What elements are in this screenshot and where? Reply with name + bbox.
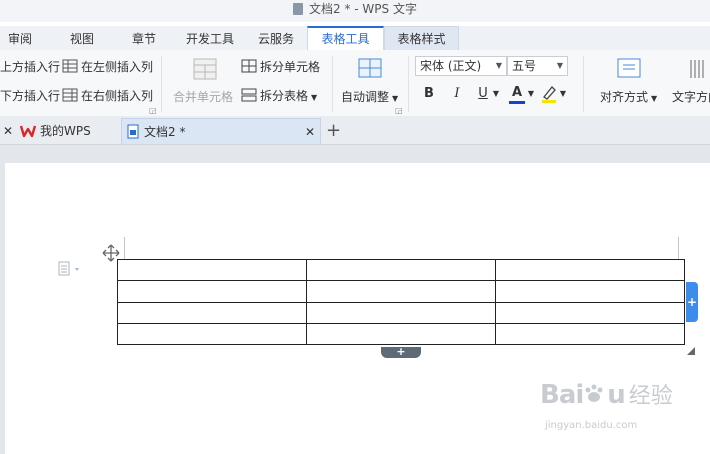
tab-review[interactable]: 审阅 xyxy=(0,26,40,50)
close-tab-icon[interactable]: ✕ xyxy=(305,119,315,145)
auto-fit-dropdown-icon: ▼ xyxy=(392,94,399,103)
tab-table-tools[interactable]: 表格工具 xyxy=(307,26,384,50)
table-cell[interactable] xyxy=(495,258,685,282)
add-column-button[interactable]: + xyxy=(686,282,698,322)
auto-fit-button[interactable]: 自动调整 ▼ xyxy=(341,88,398,105)
insert-row-below-label: 下方插入行 xyxy=(0,89,61,103)
font-size-value: 五号 xyxy=(512,59,537,73)
ribbon-separator xyxy=(161,56,162,112)
close-tab-icon[interactable]: ✕ xyxy=(3,118,15,144)
chevron-down-icon: ▼ xyxy=(556,61,563,70)
table-cell[interactable] xyxy=(117,258,307,282)
split-cells-button[interactable]: 拆分单元格 xyxy=(241,58,320,75)
split-table-button[interactable]: 拆分表格 ▼ xyxy=(241,87,317,104)
tab-document-label: 文档2 * xyxy=(144,125,186,139)
window-title: 文档2 * - WPS 文字 xyxy=(309,2,417,16)
insert-col-left-button[interactable]: 在左侧插入列 xyxy=(62,58,153,75)
rows-cols-dialog-launcher-icon[interactable]: ◲ xyxy=(149,106,157,115)
document-icon xyxy=(293,3,304,15)
underline-button[interactable]: U xyxy=(475,84,491,104)
table-row xyxy=(117,258,685,282)
table-cell[interactable] xyxy=(495,301,685,324)
table-cell[interactable] xyxy=(117,322,307,346)
watermark-url: jingyan.baidu.com xyxy=(545,420,638,431)
font-name-value: 宋体 (正文) xyxy=(420,59,482,73)
tab-cloud[interactable]: 云服务 xyxy=(250,26,302,50)
insert-row-below-button[interactable]: 下方插入行 xyxy=(0,87,60,104)
insert-row-above-button[interactable]: 上方插入行 xyxy=(0,58,60,75)
paw-icon xyxy=(585,384,603,402)
ribbon-tab-bar: 审阅 视图 章节 开发工具 云服务 表格工具 表格样式 xyxy=(0,26,710,51)
table-cell[interactable] xyxy=(117,280,307,303)
insert-col-left-label: 在左侧插入列 xyxy=(81,60,154,74)
split-cells-label: 拆分单元格 xyxy=(260,60,321,74)
font-size-select[interactable]: 五号 ▼ xyxy=(507,56,568,76)
highlight-dropdown-icon[interactable]: ▼ xyxy=(558,84,568,104)
ribbon-separator xyxy=(408,56,409,112)
table-cell[interactable] xyxy=(306,301,496,324)
add-row-button[interactable]: + xyxy=(381,346,421,358)
margin-marker xyxy=(124,237,125,259)
tab-view[interactable]: 视图 xyxy=(62,26,102,50)
auto-fit-label: 自动调整 xyxy=(341,90,390,104)
insert-row-above-label: 上方插入行 xyxy=(0,60,61,74)
wps-logo-icon xyxy=(19,125,37,138)
highlight-pen-icon[interactable] xyxy=(540,84,558,104)
document-table[interactable] xyxy=(117,258,685,346)
merge-cells-button[interactable]: 合并单元格 xyxy=(173,88,233,105)
font-color-button[interactable]: A xyxy=(509,84,525,104)
document-icon xyxy=(127,124,139,139)
tab-table-style[interactable]: 表格样式 xyxy=(384,26,459,50)
underline-dropdown-icon[interactable]: ▼ xyxy=(491,84,501,104)
bold-button[interactable]: B xyxy=(420,84,438,104)
text-direction-icon xyxy=(690,60,704,78)
insert-col-right-button[interactable]: 在右侧插入列 xyxy=(62,87,153,104)
split-table-label: 拆分表格 xyxy=(260,89,309,103)
align-button[interactable]: 对齐方式 ▼ xyxy=(600,88,657,105)
split-table-icon xyxy=(241,88,257,102)
table-cell[interactable] xyxy=(117,301,307,324)
font-color-dropdown-icon[interactable]: ▼ xyxy=(526,84,536,104)
align-dropdown-icon: ▼ xyxy=(651,94,658,103)
baidu-logo: Bai xyxy=(540,380,584,410)
window-title-bar: 文档2 * - WPS 文字 xyxy=(0,0,710,22)
tab-my-wps[interactable]: 我的WPS xyxy=(19,118,120,144)
baidu-watermark: Bai u 经验 xyxy=(540,380,673,410)
split-table-dropdown-icon: ▼ xyxy=(311,93,318,102)
italic-button[interactable]: I xyxy=(448,84,466,104)
ribbon-separator xyxy=(332,56,333,112)
auto-fit-icon xyxy=(358,58,382,78)
table-cell[interactable] xyxy=(306,258,496,282)
chevron-down-icon: ▼ xyxy=(495,61,502,70)
auto-fit-dialog-launcher-icon[interactable]: ◲ xyxy=(395,106,403,115)
tab-my-wps-label: 我的WPS xyxy=(40,124,91,138)
font-name-select[interactable]: 宋体 (正文) ▼ xyxy=(415,56,507,76)
table-row xyxy=(117,280,685,303)
insert-column-right-icon xyxy=(62,88,78,102)
table-cell[interactable] xyxy=(306,280,496,303)
split-cells-icon xyxy=(241,59,257,73)
merge-cells-icon xyxy=(193,58,217,80)
table-cell[interactable] xyxy=(495,322,685,346)
ribbon-separator xyxy=(583,56,584,112)
paragraph-menu-icon[interactable] xyxy=(57,261,85,277)
align-label: 对齐方式 xyxy=(600,90,649,104)
table-resize-handle-icon[interactable] xyxy=(686,346,696,356)
table-row xyxy=(117,301,685,324)
tab-chapter[interactable]: 章节 xyxy=(124,26,164,50)
margin-marker xyxy=(678,237,679,259)
tab-developer[interactable]: 开发工具 xyxy=(180,26,240,50)
table-cell[interactable] xyxy=(306,322,496,346)
tab-document[interactable]: 文档2 * ✕ xyxy=(121,118,321,144)
text-direction-button[interactable]: 文字方向 xyxy=(672,88,710,105)
insert-column-left-icon xyxy=(62,59,78,73)
table-row xyxy=(117,322,685,346)
table-cell[interactable] xyxy=(495,280,685,303)
align-icon xyxy=(617,58,641,78)
new-tab-button[interactable]: + xyxy=(326,118,342,144)
insert-col-right-label: 在右侧插入列 xyxy=(81,89,154,103)
watermark-brand: 经验 xyxy=(628,384,673,409)
